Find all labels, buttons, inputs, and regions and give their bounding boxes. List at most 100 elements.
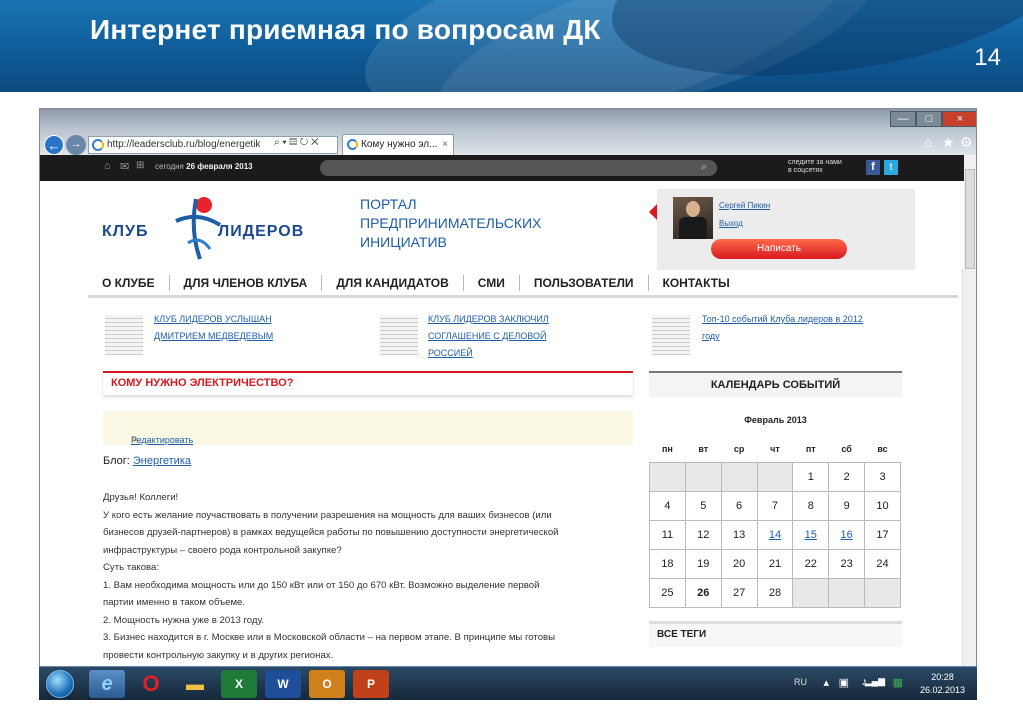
calendar-day: 2 — [828, 461, 866, 492]
settings-gear-icon[interactable]: ⚙ — [960, 134, 973, 151]
news-link-top10[interactable]: Топ-10 событий Клуба лидеров в 2012 году — [702, 311, 863, 345]
article-paragraph: 1. Вам необходима мощность или до 150 кВ… — [103, 579, 540, 591]
logo-figure-icon — [175, 197, 222, 260]
mail-icon[interactable]: ✉ — [120, 160, 129, 173]
calendar-day: 8 — [792, 490, 830, 521]
twitter-icon[interactable]: t — [884, 160, 898, 175]
minimize-button[interactable]: — — [890, 111, 916, 127]
user-name-link[interactable]: Сергей Пикин — [719, 201, 770, 210]
weekday-header: чт — [770, 444, 780, 455]
menu-item-users[interactable]: ПОЛЬЗОВАТЕЛИ — [520, 274, 649, 291]
favorites-icon[interactable]: ★ — [942, 134, 955, 151]
home-icon[interactable]: ⌂ — [924, 134, 932, 150]
calendar-day: 26 — [684, 577, 722, 608]
calendar-day[interactable]: 15 — [792, 519, 830, 550]
menu-item-members[interactable]: ДЛЯ ЧЛЕНОВ КЛУБА — [170, 274, 323, 291]
article-paragraph: 2. Мощность нужна уже в 2013 году. — [103, 614, 265, 626]
menu-item-contacts[interactable]: КОНТАКТЫ — [649, 275, 744, 291]
sitemap-icon[interactable]: ⊞ — [136, 160, 144, 171]
calendar-day: 10 — [864, 490, 901, 521]
tray-device-icon[interactable]: ▣ — [839, 676, 849, 689]
news-thumbnail[interactable] — [380, 315, 418, 355]
article-paragraph: бизнесов друзей-партнеров) в рамках веду… — [103, 527, 559, 538]
calendar-day: 3 — [864, 461, 901, 492]
article-paragraph: провести контрольную закупку и в других … — [103, 649, 334, 661]
tab-title: Кому нужно эл... — [361, 139, 438, 150]
calendar-empty-cell — [649, 461, 686, 492]
article-paragraph: Друзья! Коллеги! — [103, 492, 179, 503]
write-button[interactable]: Написать — [711, 239, 847, 259]
search-icon[interactable]: ⌕ — [701, 161, 707, 173]
tray-expand-icon[interactable]: ▴ — [823, 676, 829, 689]
weekday-header: сб — [841, 444, 852, 455]
ie-page-icon — [92, 139, 104, 151]
menu-item-about[interactable]: О КЛУБЕ — [88, 274, 170, 291]
forward-button[interactable]: → — [66, 135, 86, 155]
logout-link[interactable]: Выход — [719, 219, 743, 228]
page-scrollbar[interactable] — [962, 155, 976, 699]
back-button[interactable]: ← — [44, 135, 64, 155]
news-link-medvedev[interactable]: КЛУБ ЛИДЕРОВ УСЛЫШАН ДМИТРИЕМ МЕДВЕДЕВЫМ — [154, 311, 273, 345]
article-paragraph: 3. Бизнес находится в г. Москве или в Мо… — [103, 632, 556, 643]
scrollbar-thumb[interactable] — [965, 169, 975, 269]
language-indicator[interactable]: RU — [794, 677, 807, 687]
calendar-day[interactable]: 14 — [756, 519, 794, 550]
calendar-day: 20 — [720, 548, 758, 579]
calendar-day: 6 — [720, 490, 758, 521]
calendar-day: 7 — [756, 490, 794, 521]
system-clock[interactable]: 20:28 26.02.2013 — [920, 671, 965, 697]
club-logo[interactable]: КЛУБ ЛИДЕРОВ — [100, 191, 320, 261]
calendar-day: 17 — [864, 519, 901, 550]
signal-icon[interactable]: ▂▄▆ — [865, 676, 885, 687]
maximize-button[interactable]: □ — [916, 111, 942, 127]
article-paragraph: У кого есть желание поучаствовать в полу… — [103, 509, 552, 521]
presentation-slide: Интернет приемная по вопросам ДК 14 ← → … — [0, 0, 1023, 723]
network-icon[interactable]: ▦ — [893, 676, 903, 689]
menu-item-media[interactable]: СМИ — [464, 274, 520, 291]
news-thumbnail[interactable] — [652, 315, 690, 355]
calendar-day: 11 — [649, 519, 686, 550]
today-date: сегодня 26 февраля 2013 — [155, 162, 253, 171]
article-paragraph: Суть такова: — [103, 562, 160, 573]
start-button[interactable] — [46, 670, 74, 698]
facebook-icon[interactable]: f — [866, 160, 880, 175]
windows-taskbar: e O ▬ X W O P RU ▴ ▣ ♪ ▂▄▆ ▦ 20:28 26.02… — [39, 666, 977, 700]
menu-item-candidates[interactable]: ДЛЯ КАНДИДАТОВ — [322, 274, 464, 291]
browser-tab[interactable]: Кому нужно эл... × — [342, 134, 454, 155]
tab-close-icon[interactable]: × — [442, 135, 448, 155]
calendar-day: 19 — [684, 548, 722, 579]
close-window-button[interactable]: × — [942, 111, 976, 127]
address-tools-icon[interactable]: ⌕ ▾ ▤ ↻ ✕ — [272, 137, 321, 148]
user-panel: Сергей Пикин Выход Написать — [649, 189, 915, 271]
calendar-empty-cell — [864, 577, 901, 608]
news-thumbnail[interactable] — [105, 315, 143, 355]
calendar-empty-cell — [720, 461, 758, 492]
word-icon[interactable]: W — [265, 670, 301, 698]
internet-explorer-icon[interactable]: e — [89, 670, 125, 698]
calendar-day[interactable]: 16 — [828, 519, 866, 550]
article-header: КОМУ НУЖНО ЭЛЕКТРИЧЕСТВО? — [103, 371, 633, 395]
outlook-icon[interactable]: O — [309, 670, 345, 698]
blog-link[interactable]: Энергетика — [133, 455, 191, 467]
excel-icon[interactable]: X — [221, 670, 257, 698]
portal-title: ПОРТАЛ ПРЕДПРИНИМАТЕЛЬСКИХ ИНИЦИАТИВ — [360, 196, 542, 250]
calendar-empty-cell — [756, 461, 794, 492]
article-paragraph: партии именно в таком объеме. — [103, 597, 246, 608]
site-search-input[interactable]: ⌕ — [320, 160, 717, 176]
calendar-day: 25 — [649, 577, 686, 608]
weekday-header: вт — [698, 444, 709, 455]
opera-icon[interactable]: O — [133, 670, 169, 698]
avatar[interactable] — [673, 197, 713, 239]
slide-number: 14 — [974, 44, 1001, 71]
explorer-folder-icon[interactable]: ▬ — [177, 670, 213, 698]
calendar-day: 12 — [684, 519, 722, 550]
main-menu: О КЛУБЕ ДЛЯ ЧЛЕНОВ КЛУБА ДЛЯ КАНДИДАТОВ … — [88, 270, 958, 298]
news-link-agreement[interactable]: КЛУБ ЛИДЕРОВ ЗАКЛЮЧИЛ СОГЛАШЕНИЕ С ДЕЛОВ… — [428, 311, 549, 362]
article-body: Друзья! Коллеги! У кого есть желание поу… — [103, 489, 633, 664]
calendar-day: 24 — [864, 548, 901, 579]
home-icon[interactable]: ⌂ — [104, 160, 111, 172]
powerpoint-icon[interactable]: P — [353, 670, 389, 698]
weekday-header: пн — [661, 444, 673, 455]
calendar-day: 4 — [649, 490, 686, 521]
site-topbar: ⌂ ✉ ⊞ сегодня 26 февраля 2013 ⌕ следите … — [40, 155, 964, 181]
